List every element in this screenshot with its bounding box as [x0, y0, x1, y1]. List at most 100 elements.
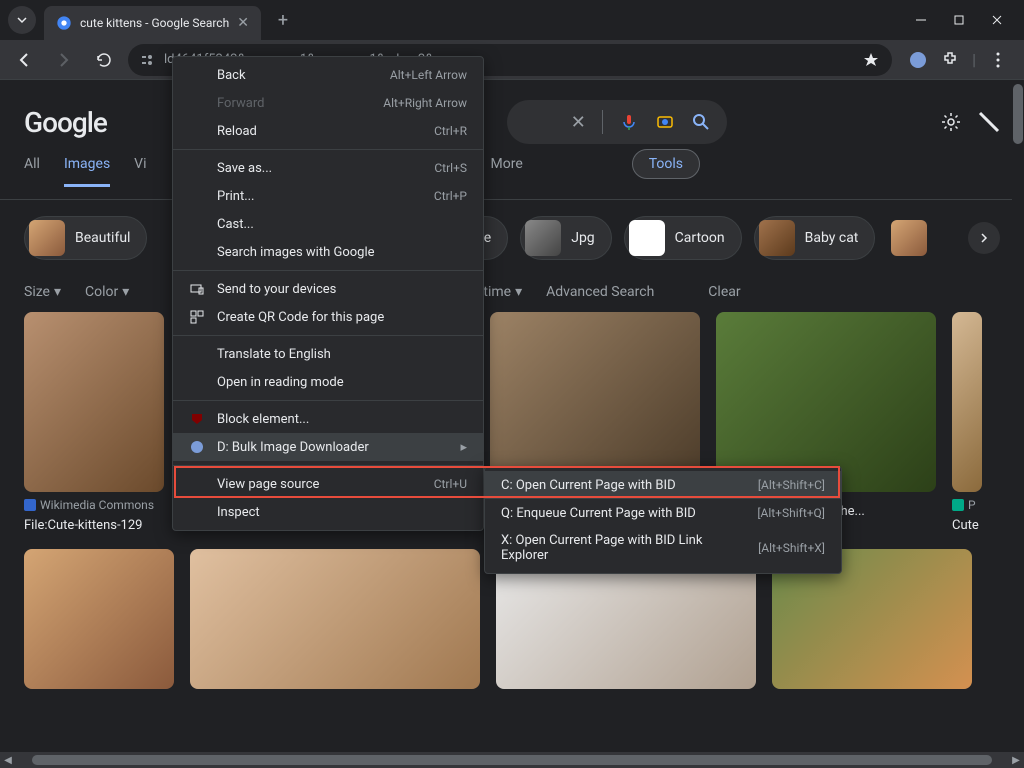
filter-advanced[interactable]: Advanced Search [546, 284, 654, 300]
tab-videos[interactable]: Vi [134, 156, 146, 187]
arrow-right-icon [55, 51, 73, 69]
image-result[interactable]: Wikimedia Commons File:Cute-kittens-129 [24, 312, 164, 533]
menu-separator [173, 335, 483, 336]
lens-search-icon[interactable] [655, 112, 675, 132]
new-tab-button[interactable]: + [269, 6, 297, 34]
result-source: Wikimedia Commons [24, 498, 164, 512]
chip-jpg[interactable]: Jpg [520, 216, 611, 260]
page-content: Google ✕ All Images Vi More Tools Beauti… [0, 80, 1024, 752]
filter-size[interactable]: Size ▾ [24, 284, 61, 300]
menu-block-element[interactable]: Block element... [173, 405, 483, 433]
reload-button[interactable] [88, 44, 120, 76]
chevron-right-icon: ▸ [460, 440, 467, 455]
scroll-left-button[interactable]: ◀ [0, 752, 16, 768]
menu-separator [173, 400, 483, 401]
google-favicon-icon [56, 15, 72, 31]
bid-extension-icon[interactable] [908, 50, 928, 70]
minimize-button[interactable] [914, 13, 928, 27]
extension-icons: | [900, 50, 1016, 70]
menu-button[interactable] [988, 50, 1008, 70]
menu-bid[interactable]: D: Bulk Image Downloader▸ [173, 433, 483, 461]
menu-inspect[interactable]: Inspect [173, 498, 483, 526]
chips-next-button[interactable] [968, 222, 1000, 254]
search-icon[interactable] [691, 112, 711, 132]
tab-search-button[interactable] [8, 6, 36, 34]
submenu-link-explorer[interactable]: X: Open Current Page with BID Link Explo… [485, 527, 841, 569]
horizontal-scrollbar[interactable]: ◀ ▶ [0, 752, 1024, 768]
menu-print[interactable]: Print...Ctrl+P [173, 182, 483, 210]
result-thumbnail[interactable] [952, 312, 982, 492]
devices-icon [189, 281, 205, 297]
bookmark-star-icon[interactable] [862, 51, 880, 69]
chip-thumbnail [759, 220, 795, 256]
caret-down-icon: ▾ [122, 284, 129, 300]
result-source: P [952, 498, 982, 512]
forward-button[interactable] [48, 44, 80, 76]
settings-gear-icon[interactable] [940, 111, 962, 133]
close-window-button[interactable] [990, 13, 1004, 27]
qr-code-icon [189, 309, 205, 325]
extensions-icon[interactable] [940, 50, 960, 70]
menu-reload[interactable]: ReloadCtrl+R [173, 117, 483, 145]
tools-button[interactable]: Tools [632, 149, 700, 179]
menu-back[interactable]: BackAlt+Left Arrow [173, 61, 483, 89]
tab-all[interactable]: All [24, 156, 40, 187]
menu-cast[interactable]: Cast... [173, 210, 483, 238]
menu-send-devices[interactable]: Send to your devices [173, 275, 483, 303]
filter-clear[interactable]: Clear [708, 284, 740, 300]
google-header: Google ✕ [0, 80, 1024, 156]
chip-beautiful[interactable]: Beautiful [24, 216, 147, 260]
browser-tab[interactable]: cute kittens - Google Search ✕ [44, 6, 261, 40]
filter-row: Size ▾ Color ▾ y time ▾ Advanced Search … [0, 276, 1024, 312]
menu-forward[interactable]: ForwardAlt+Right Arrow [173, 89, 483, 117]
result-title: Cute [952, 518, 982, 533]
result-title: File:Cute-kittens-129 [24, 518, 164, 533]
tab-more[interactable]: More [491, 156, 523, 187]
chip-baby-cat[interactable]: Baby cat [754, 216, 876, 260]
menu-search-images[interactable]: Search images with Google [173, 238, 483, 266]
result-thumbnail[interactable] [716, 312, 936, 492]
maximize-button[interactable] [952, 13, 966, 27]
menu-translate[interactable]: Translate to English [173, 340, 483, 368]
result-thumbnail[interactable] [24, 312, 164, 492]
ublock-icon [189, 411, 205, 427]
window-controls [914, 13, 1016, 27]
source-favicon-icon [24, 499, 36, 511]
vertical-scrollbar[interactable] [1012, 80, 1024, 752]
site-settings-icon[interactable] [140, 52, 156, 68]
search-box[interactable]: ✕ [507, 100, 727, 144]
reload-icon [95, 51, 113, 69]
result-thumbnail[interactable] [190, 549, 480, 689]
browser-toolbar: ld4641f5242&sca_upv=1&sca_upv=1&udm=2&s.… [0, 40, 1024, 80]
search-tabs: All Images Vi More Tools [0, 156, 1024, 200]
chip-thumbnail [525, 220, 561, 256]
submenu-enqueue[interactable]: Q: Enqueue Current Page with BID[Alt+Shi… [485, 499, 841, 527]
scrollbar-thumb[interactable] [32, 755, 992, 765]
menu-save-as[interactable]: Save as...Ctrl+S [173, 154, 483, 182]
result-thumbnail[interactable] [24, 549, 174, 689]
menu-view-source[interactable]: View page sourceCtrl+U [173, 470, 483, 498]
scroll-right-button[interactable]: ▶ [1008, 752, 1024, 768]
chip-cartoon[interactable]: Cartoon [624, 216, 742, 260]
google-logo[interactable]: Google [24, 106, 107, 139]
back-button[interactable] [8, 44, 40, 76]
menu-separator [173, 465, 483, 466]
tab-images[interactable]: Images [64, 156, 110, 187]
apps-grid-icon[interactable] [978, 111, 1000, 133]
result-thumbnail[interactable] [490, 312, 700, 492]
voice-search-icon[interactable] [619, 112, 639, 132]
menu-qr-code[interactable]: Create QR Code for this page [173, 303, 483, 331]
menu-separator [173, 149, 483, 150]
filter-color[interactable]: Color ▾ [85, 284, 129, 300]
window-titlebar: cute kittens - Google Search ✕ + [0, 0, 1024, 40]
caret-down-icon: ▾ [54, 284, 61, 300]
tab-close-button[interactable]: ✕ [237, 15, 249, 31]
source-favicon-icon [952, 499, 964, 511]
suggestion-chips: Beautiful ce Jpg Cartoon Baby cat [0, 200, 1024, 276]
clear-search-button[interactable]: ✕ [571, 112, 586, 133]
submenu-open-current[interactable]: C: Open Current Page with BID[Alt+Shift+… [485, 471, 841, 499]
bid-icon [189, 439, 205, 455]
scrollbar-thumb[interactable] [1013, 84, 1023, 144]
image-result[interactable]: P Cute [952, 312, 982, 533]
menu-reading-mode[interactable]: Open in reading mode [173, 368, 483, 396]
